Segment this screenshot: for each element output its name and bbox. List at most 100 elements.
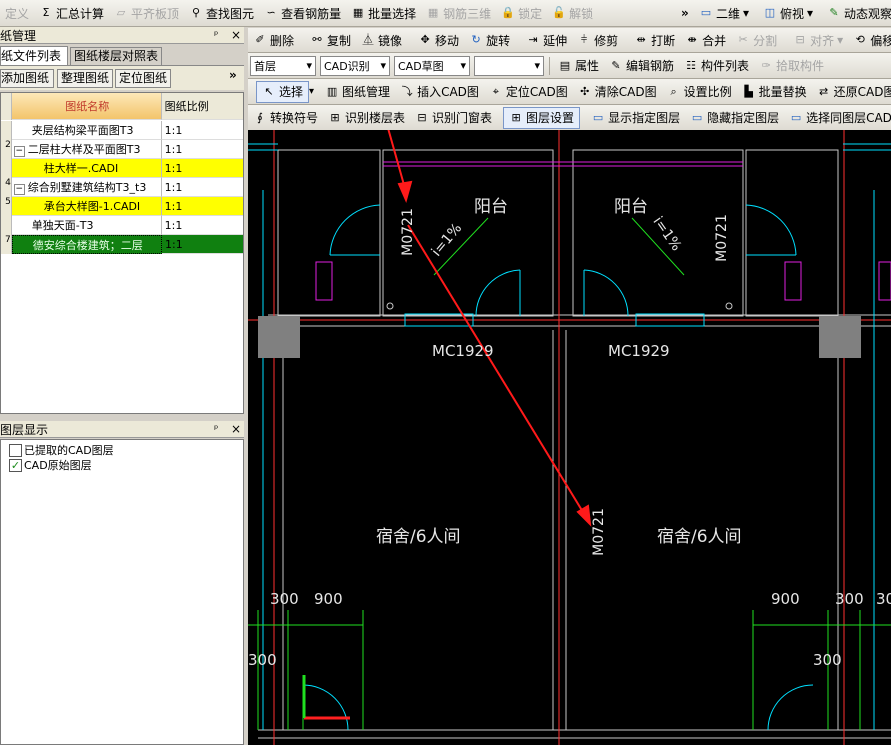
row-scale[interactable]: 1:1 xyxy=(161,159,243,178)
organize-drawing-button[interactable]: 整理图纸 xyxy=(57,69,113,88)
row-scale[interactable]: 1:1 xyxy=(161,140,243,159)
dimension-300-c: 300 xyxy=(876,590,891,608)
row-name[interactable]: 夹层结构梁平面图T3 xyxy=(11,121,162,140)
floor-select[interactable]: 首层 ▾ xyxy=(250,55,316,76)
unlock-button[interactable]: 🔓 解锁 xyxy=(547,3,598,23)
summary-calc-button[interactable]: Σ 汇总计算 xyxy=(34,3,109,23)
row-index xyxy=(1,121,12,140)
offset-button[interactable]: ⟲偏移 xyxy=(848,30,891,50)
select-same-layer-button[interactable]: ▭ 选择同图层CAD xyxy=(784,108,891,128)
locate-drawing-button[interactable]: 定位图纸 xyxy=(115,69,171,88)
copy-button[interactable]: ⚯ 复制 xyxy=(305,30,356,50)
batch-replace-button[interactable]: ▙ 批量替换 xyxy=(737,82,812,102)
element-list-button[interactable]: ☷ 构件列表 xyxy=(679,56,754,76)
restore-cad-button[interactable]: ⇄还原CAD图元 xyxy=(812,82,891,102)
edit-rebar-button[interactable]: ✎ 编辑钢筋 xyxy=(604,56,679,76)
hide-layer-button[interactable]: ▭ 隐藏指定图层 xyxy=(685,108,784,128)
lock-icon: 🔒 xyxy=(501,6,515,19)
row-scale[interactable]: 1:1 xyxy=(161,178,243,197)
layer-settings-button[interactable]: ⊞ 图层设置 xyxy=(503,106,581,129)
cad-recognize-select[interactable]: CAD识别 ▾ xyxy=(320,55,390,76)
recognize-door-table-button[interactable]: ⊟ 识别门窗表 xyxy=(410,108,497,128)
locate-cad-button[interactable]: ⌖ 定位CAD图 xyxy=(484,82,573,102)
view-top-dropdown[interactable]: ◫ 俯视 ▾ xyxy=(758,3,818,23)
table-row[interactable]: 2− 二层柱大样及平面图T3 1:1 xyxy=(1,140,243,159)
layer-item-original[interactable]: ✓ CAD原始图层 xyxy=(9,457,92,473)
table-row[interactable]: 柱大样一.CADI 1:1 xyxy=(1,159,243,178)
row-name[interactable]: 单独天面-T3 xyxy=(11,216,162,235)
find-element-button[interactable]: ⚲ 查找图元 xyxy=(184,3,259,23)
show-layer-button[interactable]: ▭ 显示指定图层 xyxy=(586,108,685,128)
row-name[interactable]: 承台大样图-1.CADI xyxy=(11,197,162,216)
close-icon[interactable]: × xyxy=(231,28,241,42)
table-row[interactable]: 单独天面-T3 1:1 xyxy=(1,216,243,235)
recognize-floor-table-button[interactable]: ⊞ 识别楼层表 xyxy=(323,108,410,128)
col-header-scale[interactable]: 图纸比例 xyxy=(161,93,243,120)
select-button[interactable]: ↖ 选择 xyxy=(256,80,310,103)
table-row[interactable]: 7 德安综合楼建筑；二层 1:1 xyxy=(1,235,243,254)
checkbox-original[interactable]: ✓ xyxy=(9,458,22,472)
tab-floor-map[interactable]: 图纸楼层对照表 xyxy=(70,47,162,65)
dimension-900-a: 900 xyxy=(314,590,343,608)
delete-button[interactable]: ✐ 删除 xyxy=(248,30,299,50)
panel-more-button[interactable]: » xyxy=(229,68,237,82)
row-name[interactable]: 德安综合楼建筑；二层 xyxy=(11,235,162,254)
merge-icon: ⇼ xyxy=(687,33,697,46)
layer-close-icon[interactable]: × xyxy=(231,422,241,436)
insert-cad-button[interactable]: ⤵ 插入CAD图 xyxy=(395,82,484,102)
view-rebar-button[interactable]: ∽ 查看钢筋量 xyxy=(259,3,346,23)
row-name[interactable]: − 二层柱大样及平面图T3 xyxy=(11,140,162,159)
break-button[interactable]: ⇹ 打断 xyxy=(629,30,680,50)
window-label-left: MC1929 xyxy=(432,342,494,360)
collapse-icon[interactable]: − xyxy=(13,146,25,157)
drawing-manage-button[interactable]: ▥ 图纸管理 xyxy=(320,82,395,102)
row-name[interactable]: − 综合别墅建筑结构T3_t3 xyxy=(11,178,162,197)
table-row[interactable]: 4− 综合别墅建筑结构T3_t3 1:1 xyxy=(1,178,243,197)
merge-button[interactable]: ⇼ 合并 xyxy=(680,30,731,50)
clear-cad-button[interactable]: ✣ 清除CAD图 xyxy=(573,82,662,102)
rebar-edit-icon: ✎ xyxy=(611,58,621,72)
row-scale[interactable]: 1:1 xyxy=(162,235,243,254)
property-button[interactable]: ▤ 属性 xyxy=(553,56,604,76)
row-scale[interactable]: 1:1 xyxy=(161,216,243,235)
align-button[interactable]: ⊟ 对齐 ▾ xyxy=(788,30,848,50)
trim-button[interactable]: ⫩ 修剪 xyxy=(572,30,623,50)
pick-element-button[interactable]: ✑ 拾取构件 xyxy=(754,56,829,76)
row-name[interactable]: 柱大样一.CADI xyxy=(11,159,162,178)
dynamic-view-button[interactable]: ✎ 动态观察 xyxy=(822,3,891,23)
add-drawing-button[interactable]: 添加图纸 xyxy=(0,69,54,88)
tab-file-list[interactable]: 纸文件列表 xyxy=(0,46,68,65)
element-select[interactable]: ▾ xyxy=(474,55,544,76)
row-scale[interactable]: 1:1 xyxy=(161,121,243,140)
rotate-button[interactable]: ↻ 旋转 xyxy=(464,30,515,50)
table-row[interactable]: 5 承台大样图-1.CADI 1:1 xyxy=(1,197,243,216)
lock-button[interactable]: 🔒 锁定 xyxy=(496,3,547,23)
batch-select-button[interactable]: ▦ 批量选择 xyxy=(346,3,421,23)
define-button[interactable]: 定义 xyxy=(0,3,34,23)
locate-icon: ⌖ xyxy=(492,84,499,98)
split-button[interactable]: ✂ 分割 xyxy=(731,30,782,50)
layer-pin-icon[interactable]: ᵖ xyxy=(214,424,218,435)
level-slab-button[interactable]: ▱ 平齐板顶 xyxy=(109,3,184,23)
toolbar-more-button[interactable]: » xyxy=(676,3,694,23)
symbol-icon: ∮ xyxy=(257,110,263,124)
extend-button[interactable]: ⇥ 延伸 xyxy=(521,30,572,50)
set-scale-button[interactable]: ⌕ 设置比例 xyxy=(662,82,737,102)
view-2d-dropdown[interactable]: ▭ 二维 ▾ xyxy=(694,3,754,23)
move-button[interactable]: ✥ 移动 xyxy=(413,30,464,50)
layer-item-extracted[interactable]: 已提取的CAD图层 xyxy=(9,442,114,458)
clear-icon: ✣ xyxy=(580,84,590,98)
collapse-icon[interactable]: − xyxy=(13,184,25,195)
table-row[interactable]: 夹层结构梁平面图T3 1:1 xyxy=(1,121,243,140)
pin-icon[interactable]: ᵖ xyxy=(214,30,218,41)
mirror-button[interactable]: ⏅ 镜像 xyxy=(356,30,407,50)
convert-symbol-button[interactable]: ∮ 转换符号 xyxy=(248,108,323,128)
col-header-name[interactable]: 图纸名称 xyxy=(11,93,162,120)
cad-canvas[interactable]: 阳台 阳台 i=1% i=1% M0721 M0721 M0721 MC1929… xyxy=(248,130,891,745)
cad-sketch-select[interactable]: CAD草图 ▾ xyxy=(394,55,470,76)
rebar-3d-button[interactable]: ▦ 钢筋三维 xyxy=(421,3,496,23)
row-index: 5 xyxy=(1,197,12,216)
cad-drawing xyxy=(248,130,891,745)
checkbox-extracted[interactable] xyxy=(9,443,22,457)
row-scale[interactable]: 1:1 xyxy=(161,197,243,216)
